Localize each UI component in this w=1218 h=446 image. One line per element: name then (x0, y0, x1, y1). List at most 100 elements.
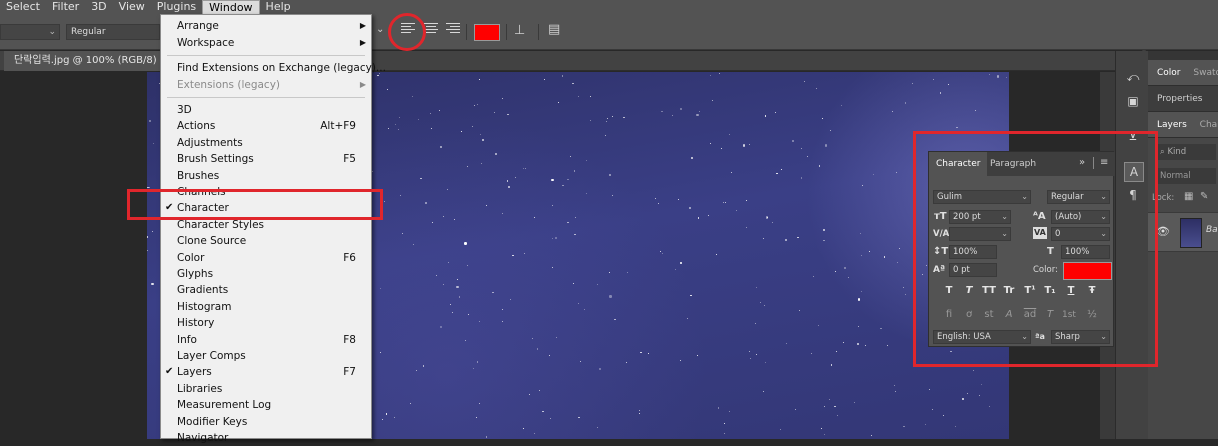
star (978, 395, 980, 397)
menu-filter[interactable]: Filter (46, 0, 85, 14)
menu-item-label: Navigator (177, 432, 229, 444)
star (589, 95, 591, 98)
menu-item-find-extensions-on-exchange-legacy[interactable]: Find Extensions on Exchange (legacy)... (161, 60, 386, 76)
star (756, 353, 758, 355)
align-right-icon[interactable] (446, 23, 460, 37)
star (939, 92, 941, 94)
menu-item-glyphs[interactable]: Glyphs (161, 266, 371, 282)
menu-item-brush-settings[interactable]: Brush Settings F5 (161, 151, 371, 167)
menu-item-label: Find Extensions on Exchange (legacy)... (177, 62, 386, 74)
text-color-swatch[interactable] (474, 24, 500, 41)
star (435, 275, 437, 277)
star (755, 286, 757, 288)
menu-item-adjustments[interactable]: Adjustments (161, 135, 371, 151)
star (533, 217, 535, 219)
menu-item-label: History (177, 317, 215, 330)
star (697, 217, 699, 219)
star (472, 367, 474, 369)
star (894, 391, 896, 392)
lock-brush-icon[interactable]: ✎ (1200, 191, 1208, 202)
align-center-icon[interactable] (424, 23, 438, 37)
tab-properties[interactable]: Properties (1148, 86, 1218, 112)
star (528, 394, 530, 395)
star (614, 318, 616, 321)
menu-3d[interactable]: 3D (85, 0, 112, 14)
panels-toggle-icon[interactable]: ▤ (548, 22, 560, 37)
document-tab[interactable]: 단락입력.jpg @ 100% (RGB/8) * (4, 51, 175, 71)
menu-item-arrange[interactable]: Arrange ▶ (161, 18, 371, 34)
history-icon[interactable]: ⤺ (1124, 68, 1142, 86)
star (477, 103, 479, 105)
menu-item-histogram[interactable]: Histogram (161, 299, 371, 315)
menu-item-3d[interactable]: 3D (161, 102, 371, 118)
menu-item-label: Extensions (legacy) (177, 78, 281, 91)
menu-item-modifier-keys[interactable]: Modifier Keys (161, 414, 371, 430)
font-style-select[interactable]: Regular (66, 24, 160, 40)
star (147, 249, 149, 252)
tab-layers[interactable]: Layers Channels (1148, 112, 1218, 138)
star (745, 226, 748, 228)
star (823, 228, 826, 231)
eye-visibility-icon[interactable]: 👁 (1156, 225, 1170, 238)
star (572, 82, 574, 85)
star (640, 351, 642, 354)
menu-item-gradients[interactable]: Gradients (161, 282, 371, 298)
star (607, 117, 609, 119)
menu-item-actions[interactable]: Actions Alt+F9 (161, 118, 371, 134)
star (572, 282, 575, 285)
star (974, 110, 976, 112)
star (989, 406, 991, 408)
layer-name[interactable]: Background (1206, 225, 1218, 235)
menu-item-label: Brushes (177, 169, 220, 182)
star (911, 82, 913, 84)
layer-filter-kind[interactable]: ⌕ Kind (1156, 144, 1216, 160)
star (512, 255, 514, 257)
star (578, 302, 579, 304)
blend-mode-select[interactable]: Normal (1156, 168, 1216, 184)
star (730, 171, 733, 173)
menu-help[interactable]: Help (260, 0, 297, 14)
star (869, 251, 870, 253)
star (561, 75, 563, 77)
tab-channels-label[interactable]: Channels (1200, 120, 1218, 130)
menu-item-workspace[interactable]: Workspace ▶ (161, 35, 371, 51)
star (573, 170, 575, 172)
menu-item-extensions-legacy: Extensions (legacy) ▶ (161, 77, 371, 93)
star (763, 305, 765, 307)
star (967, 392, 969, 394)
menu-item-libraries[interactable]: Libraries (161, 381, 371, 397)
menu-item-layer-comps[interactable]: Layer Comps (161, 348, 371, 364)
layer-row-background[interactable]: 👁 Background (1148, 212, 1218, 252)
tab-swatches-label[interactable]: Swatches (1193, 68, 1218, 78)
star (698, 111, 700, 112)
star (460, 130, 462, 132)
star (988, 73, 990, 75)
comments-icon[interactable]: ▣ (1124, 92, 1142, 110)
tab-color[interactable]: Color Swatches (1148, 60, 1218, 86)
star (807, 156, 808, 158)
menu-item-navigator[interactable]: Navigator (161, 430, 371, 446)
menu-item-color[interactable]: Color F6 (161, 250, 371, 266)
menu-item-info[interactable]: Info F8 (161, 332, 371, 348)
menu-item-history[interactable]: History (161, 315, 371, 331)
chevron-down-icon[interactable]: ⌄ (376, 24, 384, 35)
warp-text-icon[interactable]: ⊥ (514, 23, 525, 38)
star (891, 111, 893, 112)
star (657, 202, 659, 204)
star (522, 167, 524, 169)
menu-item-clone-source[interactable]: Clone Source (161, 233, 371, 249)
menu-select[interactable]: Select (0, 0, 46, 14)
font-family-select[interactable]: ⌄ (0, 24, 60, 40)
star (707, 214, 709, 216)
menu-item-brushes[interactable]: Brushes (161, 168, 371, 184)
star (840, 104, 842, 106)
menu-view[interactable]: View (113, 0, 151, 14)
lock-transparent-icon[interactable]: ▦ (1184, 191, 1193, 202)
menu-plugins[interactable]: Plugins (151, 0, 202, 14)
menu-item-shortcut: F6 (343, 251, 356, 264)
menu-item-layers[interactable]: ✔ Layers F7 (161, 364, 371, 380)
submenu-arrow-icon: ▶ (359, 37, 366, 47)
menu-item-label: Layers (177, 366, 212, 379)
menu-item-measurement-log[interactable]: Measurement Log (161, 397, 371, 413)
star (578, 416, 580, 419)
